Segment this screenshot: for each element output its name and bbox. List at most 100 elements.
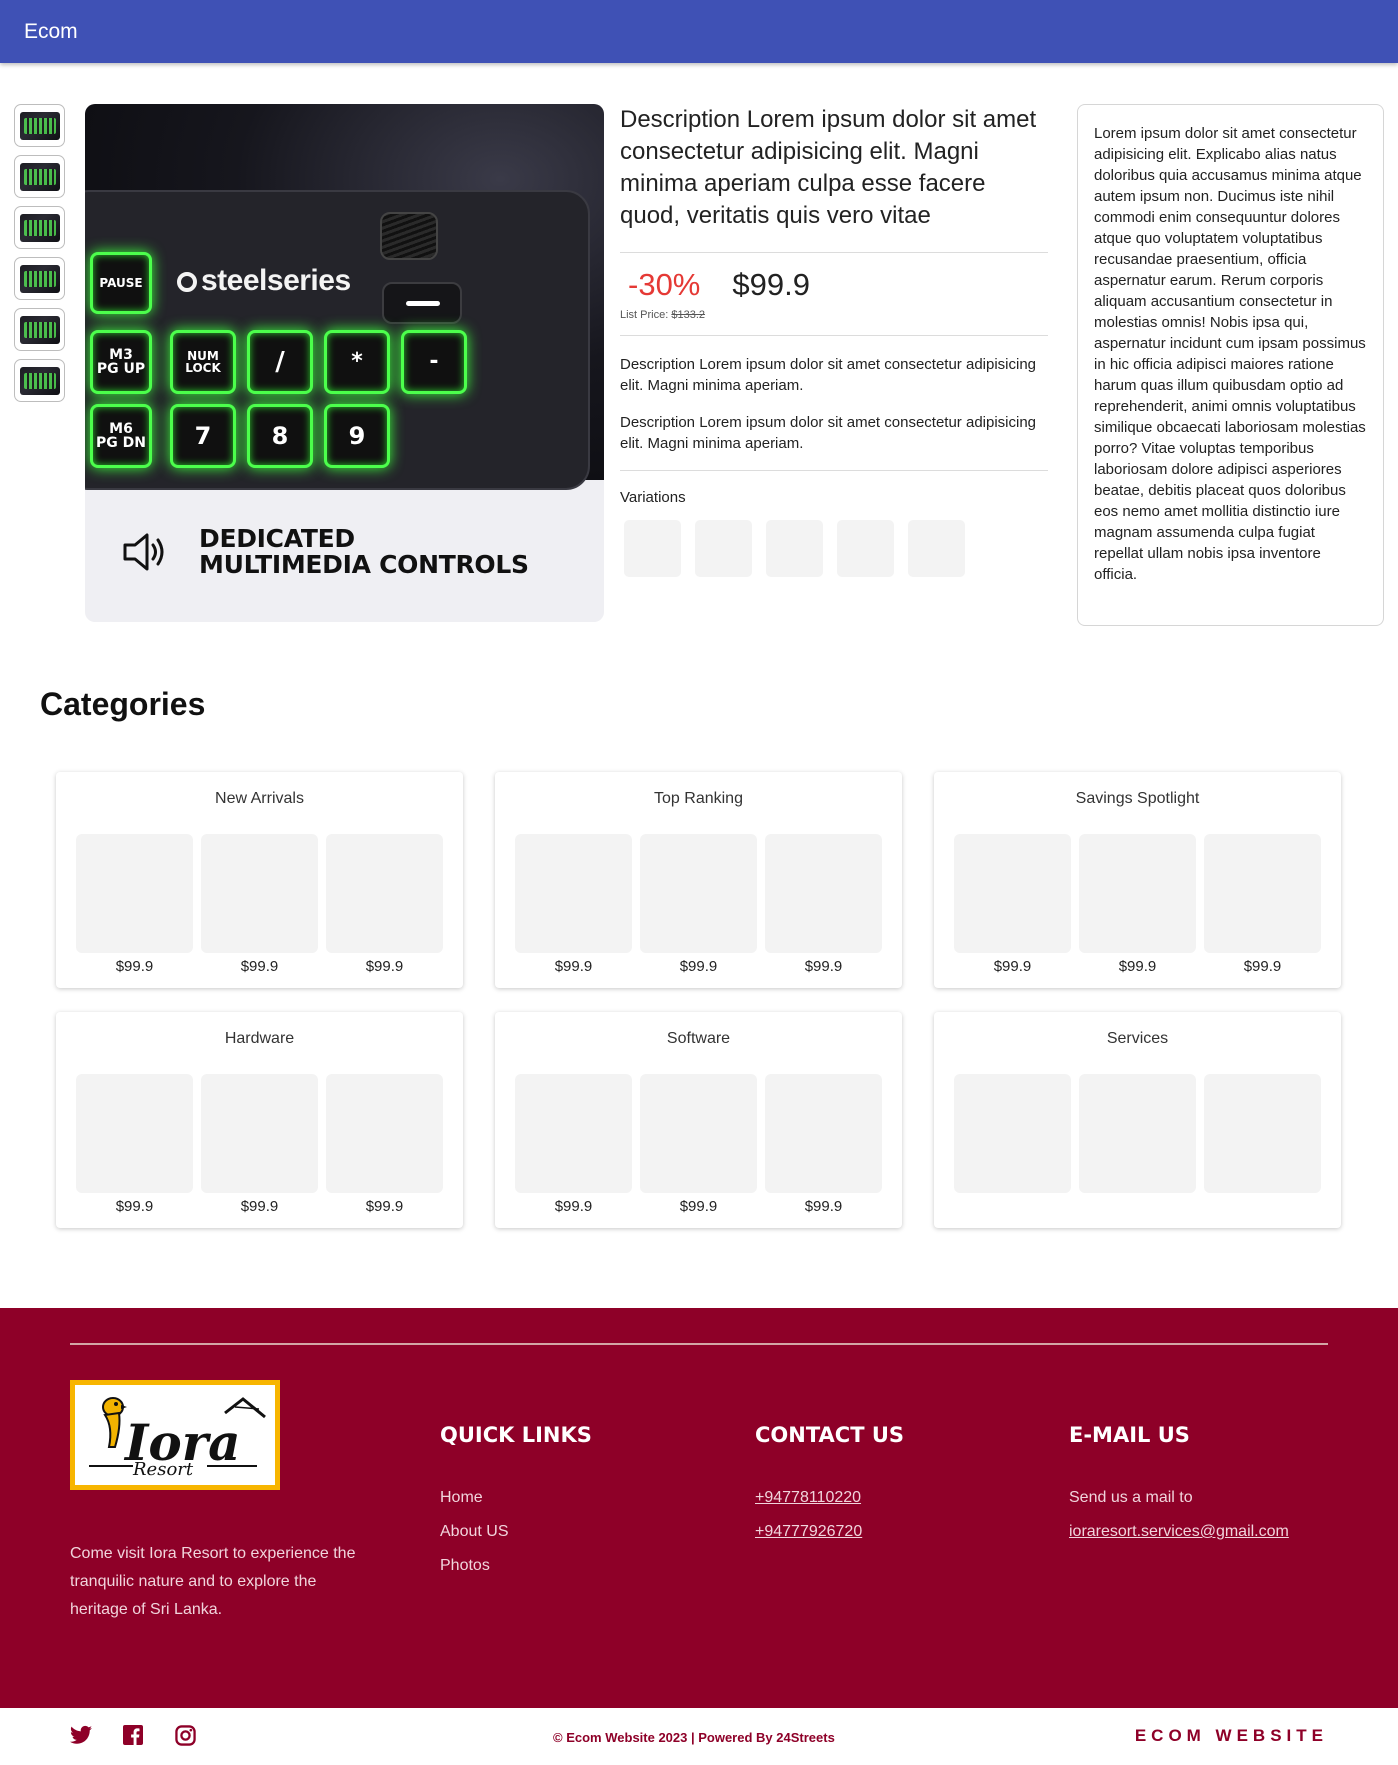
keyboard-key: M6 PG DN	[90, 404, 152, 468]
product-image-placeholder	[640, 834, 757, 953]
thumbnail[interactable]	[14, 359, 65, 402]
keyboard-key: PAUSE	[90, 252, 152, 314]
product-image-placeholder	[1204, 834, 1321, 953]
divider	[620, 252, 1048, 253]
category-items: $99.9 $99.9 $99.9	[934, 834, 1341, 975]
list-price: List Price: $133.2	[620, 309, 1048, 321]
thumbnail[interactable]	[14, 308, 65, 351]
facebook-icon[interactable]	[122, 1724, 144, 1746]
category-product[interactable]: $99.9	[76, 1074, 193, 1215]
product-price: $99.9	[365, 1198, 404, 1215]
brand-title[interactable]: Ecom	[24, 20, 78, 44]
quick-links-column: QUICK LINKS Home About US Photos	[440, 1423, 592, 1591]
caption-line-2: MULTIMEDIA CONTROLS	[199, 550, 529, 579]
thumbnail[interactable]	[14, 155, 65, 198]
keyboard-thumbnail-image	[19, 162, 60, 191]
category-product[interactable]: $99.9	[201, 1074, 318, 1215]
email-prompt: Send us a mail to	[1069, 1489, 1193, 1506]
thumbnail[interactable]	[14, 104, 65, 147]
product-info: Description Lorem ipsum dolor sit amet c…	[620, 104, 1048, 577]
caption-line-1: DEDICATED	[199, 524, 355, 553]
category-product[interactable]: $99.9	[76, 834, 193, 975]
variation-option[interactable]	[837, 520, 894, 577]
product-image-placeholder	[515, 834, 632, 953]
footer-link-photos[interactable]: Photos	[440, 1557, 592, 1575]
category-name: Savings Spotlight	[1075, 790, 1200, 807]
instagram-icon[interactable]	[174, 1724, 196, 1746]
category-product[interactable]: $99.9	[954, 834, 1071, 975]
product-image-placeholder	[76, 834, 193, 953]
category-product[interactable]: $99.9	[515, 1074, 632, 1215]
media-button	[382, 282, 462, 324]
category-name: Software	[666, 1030, 731, 1047]
footer-link-about[interactable]: About US	[440, 1523, 592, 1541]
copyright-label: Ecom Website 2023 | Powered By 24Streets	[566, 1730, 835, 1745]
email-column: E-MAIL US Send us a mail to ioraresort.s…	[1069, 1423, 1289, 1557]
category-product[interactable]: $99.9	[515, 834, 632, 975]
product-price: $99.9	[365, 958, 404, 975]
email-link[interactable]: ioraresort.services@gmail.com	[1069, 1523, 1289, 1541]
product-image-placeholder	[1079, 1074, 1196, 1193]
product-price: $99.9	[554, 958, 593, 975]
keyboard-key: *	[324, 330, 390, 394]
logo-underline	[89, 1465, 133, 1467]
product-price: $99.9	[804, 1198, 843, 1215]
category-product[interactable]: $99.9	[640, 834, 757, 975]
category-card[interactable]: New Arrivals $99.9 $99.9 $99.9	[56, 772, 463, 988]
thumbnail[interactable]	[14, 257, 65, 300]
product-image-placeholder	[326, 834, 443, 953]
variation-option[interactable]	[624, 520, 681, 577]
footer-link-home[interactable]: Home	[440, 1489, 592, 1507]
keyboard-key: 9	[324, 404, 390, 468]
category-card[interactable]: Top Ranking $99.9 $99.9 $99.9	[495, 772, 902, 988]
thumbnail[interactable]	[14, 206, 65, 249]
twitter-icon[interactable]	[70, 1724, 92, 1746]
hero-caption-text: DEDICATED MULTIMEDIA CONTROLS	[199, 526, 529, 578]
category-product[interactable]	[954, 1074, 1071, 1198]
quick-links-heading: QUICK LINKS	[440, 1423, 592, 1447]
category-product[interactable]: $99.9	[1079, 834, 1196, 975]
product-image-placeholder	[954, 1074, 1071, 1193]
keyboard-thumbnail-image	[19, 111, 60, 140]
divider	[620, 470, 1048, 471]
product-description-1: Description Lorem ipsum dolor sit amet c…	[620, 356, 1037, 394]
product-image-placeholder	[954, 834, 1071, 953]
product-image-placeholder	[640, 1074, 757, 1193]
phone-link-1[interactable]: +94778110220	[755, 1489, 904, 1507]
category-name: Services	[1106, 1030, 1169, 1047]
category-product[interactable]: $99.9	[1204, 834, 1321, 975]
product-price: $99.9	[1118, 958, 1157, 975]
category-product[interactable]: $99.9	[201, 834, 318, 975]
category-product[interactable]: $99.9	[326, 834, 443, 975]
variation-option[interactable]	[908, 520, 965, 577]
hero-caption: DEDICATED MULTIMEDIA CONTROLS	[119, 526, 529, 578]
product-image-placeholder	[76, 1074, 193, 1193]
category-product[interactable]: $99.9	[765, 1074, 882, 1215]
product-image-placeholder	[326, 1074, 443, 1193]
variation-option[interactable]	[695, 520, 752, 577]
steelseries-gear-icon	[177, 272, 197, 293]
keyboard-key: /	[247, 330, 313, 394]
category-product[interactable]	[1204, 1074, 1321, 1198]
product-price: $99.9	[115, 958, 154, 975]
bottom-bar: © Ecom Website 2023 | Powered By 24Stree…	[0, 1708, 1398, 1765]
category-card[interactable]: Software $99.9 $99.9 $99.9	[495, 1012, 902, 1228]
keyboard-key: NUM LOCK	[170, 330, 236, 394]
category-card[interactable]: Hardware $99.9 $99.9 $99.9	[56, 1012, 463, 1228]
category-product[interactable]	[1079, 1074, 1196, 1198]
copyright-icon: ©	[553, 1730, 563, 1745]
category-items: $99.9 $99.9 $99.9	[495, 834, 902, 975]
category-product[interactable]: $99.9	[765, 834, 882, 975]
product-title: Description Lorem ipsum dolor sit amet c…	[620, 106, 1037, 229]
category-card[interactable]: Savings Spotlight $99.9 $99.9 $99.9	[934, 772, 1341, 988]
keyboard-thumbnail-image	[19, 213, 60, 242]
category-product[interactable]: $99.9	[640, 1074, 757, 1215]
variation-option[interactable]	[766, 520, 823, 577]
category-card[interactable]: Services	[934, 1012, 1341, 1228]
category-name: Hardware	[224, 1030, 295, 1047]
category-product[interactable]: $99.9	[326, 1074, 443, 1215]
iora-resort-logo[interactable]: Iora Resort	[70, 1380, 280, 1490]
variation-list	[624, 520, 1048, 577]
phone-link-2[interactable]: +94777926720	[755, 1523, 904, 1541]
email-heading: E-MAIL US	[1069, 1423, 1190, 1447]
